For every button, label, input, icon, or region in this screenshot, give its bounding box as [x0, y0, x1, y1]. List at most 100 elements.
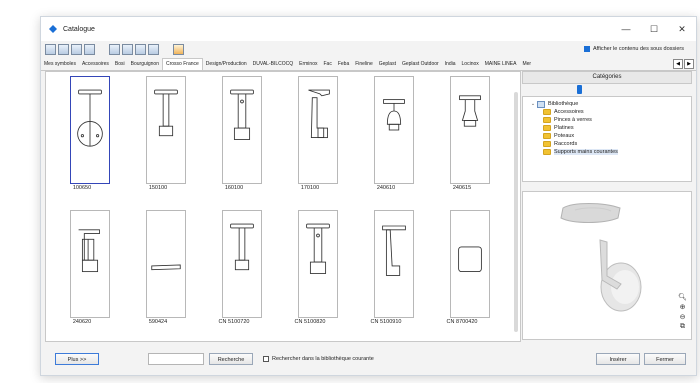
folder-icon [543, 109, 551, 115]
grid-scrollbar[interactable] [514, 92, 518, 332]
minimize-button[interactable]: — [612, 17, 640, 41]
product-thumbnail[interactable] [374, 210, 414, 318]
product-thumbnail[interactable] [450, 210, 490, 318]
close-dialog-button[interactable]: Fermer [644, 353, 686, 365]
tab-item[interactable]: Geplast [376, 61, 399, 67]
product-label: CN 5100820 [294, 319, 326, 325]
catalogue-item[interactable]: 240620 [54, 208, 110, 326]
categories-slider[interactable] [522, 84, 692, 96]
product-thumbnail[interactable] [222, 210, 262, 318]
tree-item-label: Accessoires [554, 109, 584, 115]
catalogue-tabs: Mes symboles Accessoires Bosi Bourguignon Cr… [41, 57, 696, 71]
tab-item[interactable]: Locinox [459, 61, 482, 67]
catalogue-item[interactable]: CN 5100910 [358, 208, 414, 326]
brush-icon[interactable] [173, 43, 184, 55]
product-thumbnail[interactable] [298, 210, 338, 318]
product-thumbnail[interactable] [70, 76, 110, 184]
product-label: 170100 [300, 185, 320, 191]
tab-item[interactable]: Erminox [296, 61, 320, 67]
tree-item[interactable]: Pinces à verres [523, 116, 691, 124]
app-icon [49, 25, 57, 33]
tree-item-label: Poteaux [554, 133, 575, 139]
image-icon[interactable] [71, 43, 82, 55]
tab-item[interactable]: Feba [335, 61, 352, 67]
product-label: 150100 [148, 185, 168, 191]
product-thumbnail[interactable] [146, 76, 186, 184]
search-current-label: Rechercher dans la bibliothèque courante [272, 356, 374, 362]
zoom-fit-icon[interactable]: ⧉ [678, 323, 687, 333]
tree-item-label: Pinces à verres [554, 117, 592, 123]
catalogue-grid: 100650 150100 160100 170100 240610 240615 2406… [45, 71, 521, 342]
folder-icon [543, 117, 551, 123]
zoom-in-icon[interactable]: ⊕ [678, 303, 687, 313]
document-icon[interactable] [109, 43, 120, 55]
product-thumbnail[interactable] [146, 210, 186, 318]
delete-icon[interactable] [122, 43, 133, 55]
title-bar: Catalogue — ☐ ✕ [41, 17, 696, 41]
search-icon[interactable]: 🔍︎ [678, 293, 687, 303]
show-subfolders-checkbox[interactable]: Afficher le contenu des sous dossiers [583, 46, 684, 52]
chart-icon[interactable] [45, 43, 56, 55]
edit-icon[interactable] [58, 43, 69, 55]
search-input[interactable] [148, 353, 204, 365]
tree-item[interactable]: Supports mains courantes [523, 148, 691, 156]
expand-icon[interactable]: ⌄ [529, 101, 537, 107]
checkbox-icon[interactable] [263, 356, 269, 362]
product-label: CN 5100720 [218, 319, 250, 325]
tool-icon[interactable] [148, 43, 159, 55]
catalogue-item[interactable]: CN 5100720 [206, 208, 262, 326]
catalogue-item[interactable]: CN 5100820 [282, 208, 338, 326]
library-icon [537, 100, 545, 108]
folder-icon [543, 141, 551, 147]
catalogue-item[interactable]: 170100 [282, 74, 338, 192]
toolbar: Afficher le contenu des sous dossiers [41, 41, 696, 57]
tree-item[interactable]: ⌄ Bibliothèque [523, 100, 691, 108]
product-thumbnail[interactable] [374, 76, 414, 184]
tab-item[interactable]: India [442, 61, 459, 67]
catalogue-item[interactable]: 240615 [434, 74, 490, 192]
catalogue-item[interactable]: 160100 [206, 74, 262, 192]
tab-item[interactable]: Geplast Outdoor [399, 61, 442, 67]
tab-item[interactable]: Bourguignon [128, 61, 162, 67]
product-thumbnail[interactable] [450, 76, 490, 184]
tab-item[interactable]: Design/Production [203, 61, 250, 67]
catalogue-item[interactable]: 100650 [54, 74, 110, 192]
tab-item[interactable]: Bosi [112, 61, 128, 67]
catalogue-item[interactable]: 240610 [358, 74, 414, 192]
maximize-button[interactable]: ☐ [640, 17, 668, 41]
catalogue-item[interactable]: 590424 [130, 208, 186, 326]
tab-item[interactable]: Mes symboles [41, 61, 79, 67]
tab-item[interactable]: Fineline [352, 61, 376, 67]
tree-item[interactable]: Platines [523, 124, 691, 132]
product-label: 590424 [148, 319, 168, 325]
columns-icon[interactable] [135, 43, 146, 55]
tree-item-label: Supports mains courantes [554, 149, 618, 155]
product-thumbnail[interactable] [298, 76, 338, 184]
search-button[interactable]: Recherche [209, 353, 253, 365]
zoom-out-icon[interactable]: ⊖ [678, 313, 687, 323]
tab-item[interactable]: Fac [320, 61, 334, 67]
tab-item[interactable]: MAINE LINEA [482, 61, 520, 67]
tab-item[interactable]: Mer [519, 61, 534, 67]
insert-button[interactable]: Insérer [596, 353, 640, 365]
scroll-right-icon[interactable]: ▶ [684, 59, 694, 69]
product-thumbnail[interactable] [70, 210, 110, 318]
tab-item[interactable]: Crosso France [162, 57, 203, 70]
search-current-checkbox[interactable]: Rechercher dans la bibliothèque courante [263, 356, 374, 362]
tree-item[interactable]: Poteaux [523, 132, 691, 140]
checkbox-icon[interactable] [583, 46, 590, 52]
scroll-left-icon[interactable]: ◀ [673, 59, 683, 69]
product-thumbnail[interactable] [222, 76, 262, 184]
close-button[interactable]: ✕ [668, 17, 696, 41]
slider-thumb[interactable] [577, 85, 582, 94]
product-label: 240615 [452, 185, 472, 191]
catalogue-item[interactable]: 150100 [130, 74, 186, 192]
catalogue-item[interactable]: CN 8700420 [434, 208, 490, 326]
tree-item[interactable]: Accessoires [523, 108, 691, 116]
tab-item[interactable]: Accessoires [79, 61, 112, 67]
tree-item[interactable]: Raccords [523, 140, 691, 148]
tab-item[interactable]: DUVAL-BILCOCQ [250, 61, 296, 67]
more-button[interactable]: Plus >> [55, 353, 99, 365]
table-icon[interactable] [84, 43, 95, 55]
tree-item-label: Bibliothèque [548, 101, 579, 107]
